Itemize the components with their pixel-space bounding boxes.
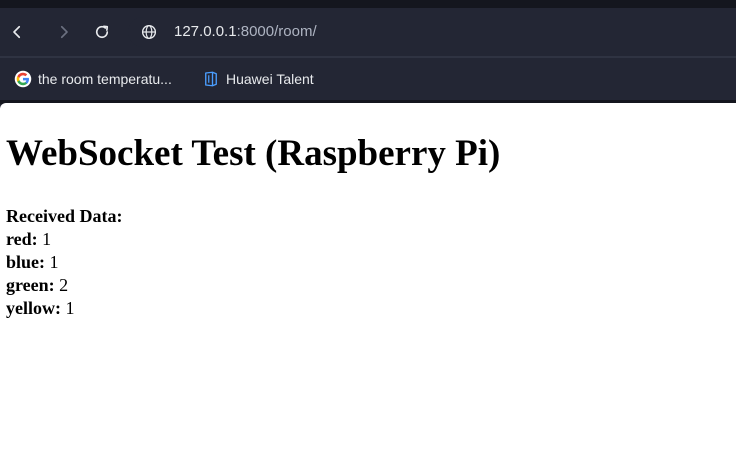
bookmark-room-temperature[interactable]: the room temperatu... xyxy=(14,67,172,91)
page-content: WebSocket Test (Raspberry Pi) Received D… xyxy=(0,103,736,471)
chevron-left-icon xyxy=(13,25,21,39)
data-value: 1 xyxy=(49,252,59,272)
data-key: yellow: xyxy=(6,298,61,318)
back-button[interactable] xyxy=(3,18,31,46)
page-title: WebSocket Test (Raspberry Pi) xyxy=(6,133,501,174)
huawei-talent-icon xyxy=(202,70,220,88)
data-row-yellow: yellow: 1 xyxy=(6,297,122,320)
url-path: :8000/room/ xyxy=(236,23,317,40)
reload-icon xyxy=(95,25,109,39)
received-data-heading: Received Data: xyxy=(6,206,123,226)
received-data-block: Received Data: red: 1 blue: 1 green: 2 y… xyxy=(6,205,122,320)
globe-icon[interactable] xyxy=(140,23,158,41)
data-row-blue: blue: 1 xyxy=(6,251,122,274)
data-value: 2 xyxy=(59,275,69,295)
data-key: green: xyxy=(6,275,55,295)
forward-button[interactable] xyxy=(50,18,78,46)
url-text[interactable]: 127.0.0.1:8000/room/ xyxy=(174,23,317,40)
google-icon xyxy=(14,70,32,88)
data-key: red: xyxy=(6,229,38,249)
chevron-right-icon xyxy=(60,25,68,39)
browser-toolbar: 127.0.0.1:8000/room/ xyxy=(0,8,736,56)
bookmarks-bar: the room temperatu... Huawei Talent xyxy=(0,58,736,100)
bookmark-label: the room temperatu... xyxy=(38,71,172,87)
data-row-red: red: 1 xyxy=(6,228,122,251)
address-bar[interactable]: 127.0.0.1:8000/room/ xyxy=(128,17,736,47)
data-value: 1 xyxy=(42,229,52,249)
data-key: blue: xyxy=(6,252,46,272)
data-value: 1 xyxy=(65,298,75,318)
reload-button[interactable] xyxy=(88,18,116,46)
window-top-strip xyxy=(0,0,736,8)
data-row-green: green: 2 xyxy=(6,274,122,297)
bookmark-huawei-talent[interactable]: Huawei Talent xyxy=(202,67,314,91)
bookmark-label: Huawei Talent xyxy=(226,71,314,87)
url-host: 127.0.0.1 xyxy=(174,23,237,40)
